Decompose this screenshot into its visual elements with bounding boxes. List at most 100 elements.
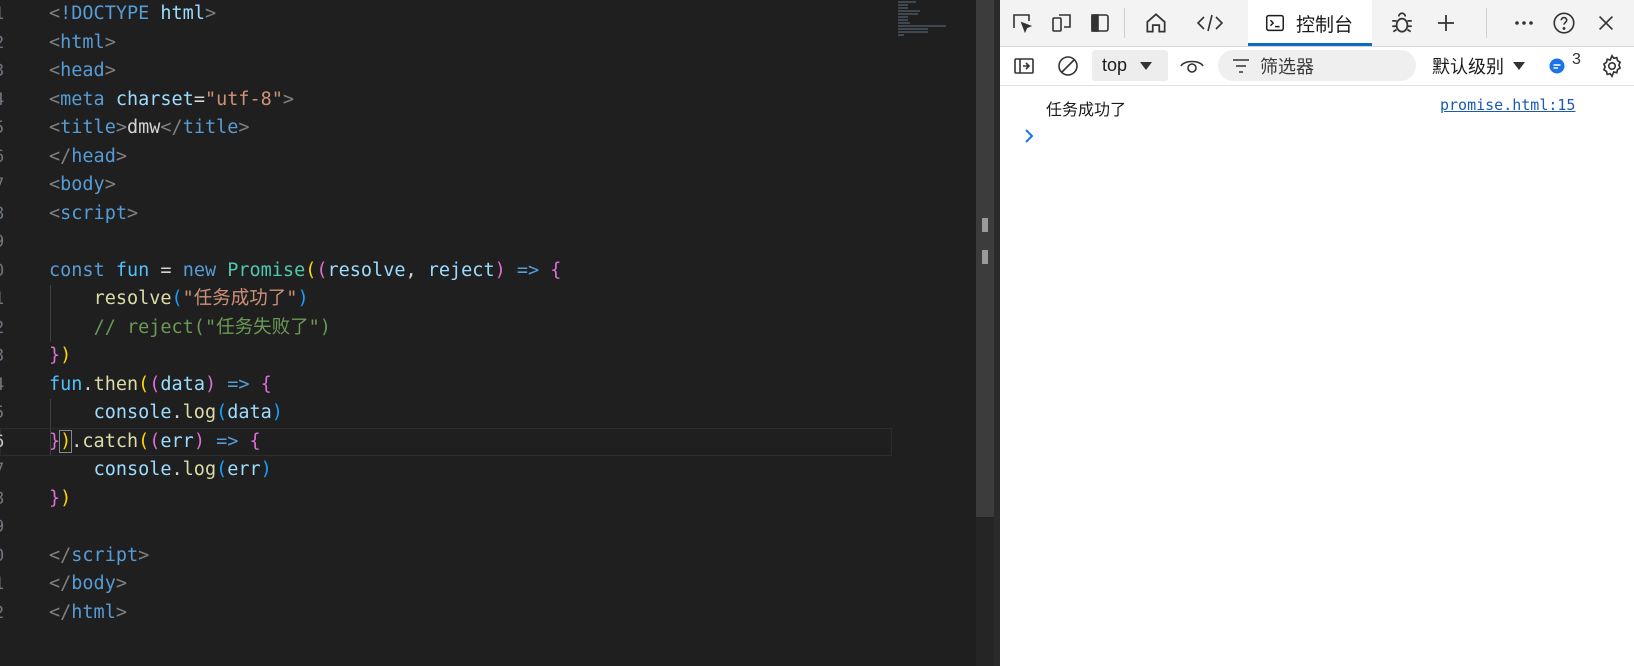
code-line[interactable]: 2 // reject("任务失败了") bbox=[0, 314, 892, 343]
token: ) bbox=[260, 459, 272, 480]
code-line[interactable]: 9 bbox=[0, 513, 892, 542]
console-settings-gear-icon[interactable] bbox=[1596, 50, 1628, 82]
inspect-icon[interactable] bbox=[1006, 7, 1038, 39]
issues-count: 3 bbox=[1572, 50, 1581, 68]
sidebar-toggle-icon[interactable] bbox=[1008, 50, 1040, 82]
line-number: 3 bbox=[0, 57, 14, 86]
token: ( bbox=[216, 402, 228, 423]
line-number: 7 bbox=[0, 456, 14, 485]
token: { bbox=[260, 373, 272, 395]
token: => bbox=[216, 373, 261, 395]
code-line[interactable]: 4 <meta charset="utf-8"> bbox=[0, 86, 892, 115]
token: > bbox=[104, 31, 116, 53]
code-line[interactable]: 7 console.log(err) bbox=[0, 456, 892, 485]
token: } bbox=[49, 487, 61, 509]
line-number: 1 bbox=[0, 0, 14, 29]
token: > bbox=[115, 573, 127, 594]
console-filter-bar: top 筛选器 默认级别 3 bbox=[1000, 47, 1634, 86]
line-number: 9 bbox=[0, 513, 14, 542]
device-emulation-icon[interactable] bbox=[1046, 7, 1078, 39]
line-number: 5 bbox=[0, 399, 14, 428]
code-line[interactable]: 2 </html> bbox=[0, 599, 892, 628]
debugger-bug-icon[interactable] bbox=[1386, 7, 1418, 39]
code-line[interactable]: 5<title>dmw</title> bbox=[0, 114, 892, 143]
dock-icon[interactable] bbox=[1084, 7, 1116, 39]
log-level-select[interactable]: 默认级别 bbox=[1432, 50, 1526, 81]
token: fun bbox=[104, 259, 150, 281]
code-line[interactable]: 7 <body> bbox=[0, 171, 892, 200]
token: html bbox=[149, 3, 205, 24]
clear-console-icon[interactable] bbox=[1052, 50, 1084, 82]
token: err bbox=[160, 430, 194, 452]
token: const bbox=[49, 259, 105, 281]
token: head bbox=[71, 145, 116, 167]
code-line[interactable]: 2 <html> bbox=[0, 29, 892, 58]
token: < bbox=[49, 3, 61, 24]
code-line[interactable]: 0const fun = new Promise((resolve, rejec… bbox=[0, 257, 892, 286]
welcome-home-icon[interactable] bbox=[1140, 7, 1172, 39]
console-prompt[interactable] bbox=[1022, 126, 1042, 148]
live-expression-eye-icon[interactable] bbox=[1176, 50, 1208, 82]
code-line[interactable]: 1 </body> bbox=[0, 570, 892, 599]
filter-input[interactable]: 筛选器 bbox=[1218, 50, 1416, 81]
scrollbar-marker bbox=[982, 218, 988, 232]
token: } bbox=[49, 345, 61, 366]
code-line[interactable]: 8}) bbox=[0, 485, 892, 514]
code-line[interactable]: 0 </script> bbox=[0, 542, 892, 571]
line-number: 5 bbox=[0, 114, 14, 143]
token: head bbox=[60, 60, 105, 81]
token: console bbox=[93, 402, 172, 423]
code-line[interactable]: 1 <!DOCTYPE html> bbox=[0, 0, 892, 29]
devtools-panel: 控制台 top 筛选器 默认级别 3 任务成功了 promise.html:15 bbox=[1000, 0, 1634, 666]
token: < bbox=[49, 88, 61, 110]
token: . bbox=[82, 373, 94, 395]
token: > bbox=[282, 88, 295, 110]
line-number: 1 bbox=[0, 285, 14, 314]
code-line[interactable]: 9 bbox=[0, 228, 892, 257]
code-line[interactable]: 6 </head> bbox=[0, 143, 892, 172]
token: script bbox=[60, 202, 127, 224]
console-message-text: 任务成功了 bbox=[1046, 102, 1127, 119]
token: ( bbox=[316, 259, 328, 281]
console-message[interactable]: 任务成功了 promise.html:15 bbox=[1000, 92, 1634, 120]
code-line[interactable]: 3 <head> bbox=[0, 57, 892, 86]
token: fun bbox=[49, 373, 83, 395]
help-icon[interactable] bbox=[1548, 7, 1580, 39]
console-icon bbox=[1266, 14, 1284, 32]
token: < bbox=[49, 174, 61, 195]
context-select[interactable]: top bbox=[1092, 50, 1168, 81]
minimap[interactable] bbox=[898, 0, 958, 44]
token: charset bbox=[104, 88, 194, 110]
code-editor[interactable]: 1<!DOCTYPE html> 2<html> 3<head> 4<meta … bbox=[0, 0, 978, 666]
line-number: 2 bbox=[0, 29, 14, 58]
line-number: 1 bbox=[0, 570, 14, 599]
toolbar-separator bbox=[1124, 8, 1125, 38]
token: resolve bbox=[327, 259, 406, 281]
token: </ bbox=[49, 544, 72, 566]
issues-counter[interactable]: 3 bbox=[1548, 50, 1581, 81]
token: // reject("任务失败了") bbox=[93, 316, 331, 338]
code-line-current[interactable]: 6}).catch((err) => { bbox=[0, 427, 892, 456]
token: > bbox=[238, 117, 250, 138]
token: body bbox=[71, 573, 116, 594]
code-line[interactable]: 5 console.log(data) bbox=[0, 399, 892, 428]
token: . bbox=[171, 402, 183, 423]
code-line[interactable]: 3}) bbox=[0, 342, 892, 371]
elements-icon[interactable] bbox=[1194, 7, 1226, 39]
add-tab-icon[interactable] bbox=[1430, 7, 1462, 39]
more-icon[interactable] bbox=[1508, 7, 1540, 39]
line-number: 8 bbox=[0, 485, 14, 514]
console-message-source-link[interactable]: promise.html:15 bbox=[1440, 96, 1575, 114]
token: > bbox=[104, 60, 116, 81]
line-number: 2 bbox=[0, 314, 14, 343]
code-lines[interactable]: 1<!DOCTYPE html> 2<html> 3<head> 4<meta … bbox=[0, 0, 892, 627]
code-line[interactable]: 4fun.then((data) => { bbox=[0, 371, 892, 400]
token: console bbox=[93, 459, 172, 480]
token: < bbox=[49, 202, 61, 224]
code-line[interactable]: 1 resolve("任务成功了") bbox=[0, 285, 892, 314]
token: resolve bbox=[93, 288, 172, 309]
code-line[interactable]: 8 <script> bbox=[0, 200, 892, 229]
line-number: 2 bbox=[0, 599, 14, 628]
tab-console[interactable]: 控制台 bbox=[1248, 0, 1372, 46]
close-icon[interactable] bbox=[1590, 7, 1622, 39]
